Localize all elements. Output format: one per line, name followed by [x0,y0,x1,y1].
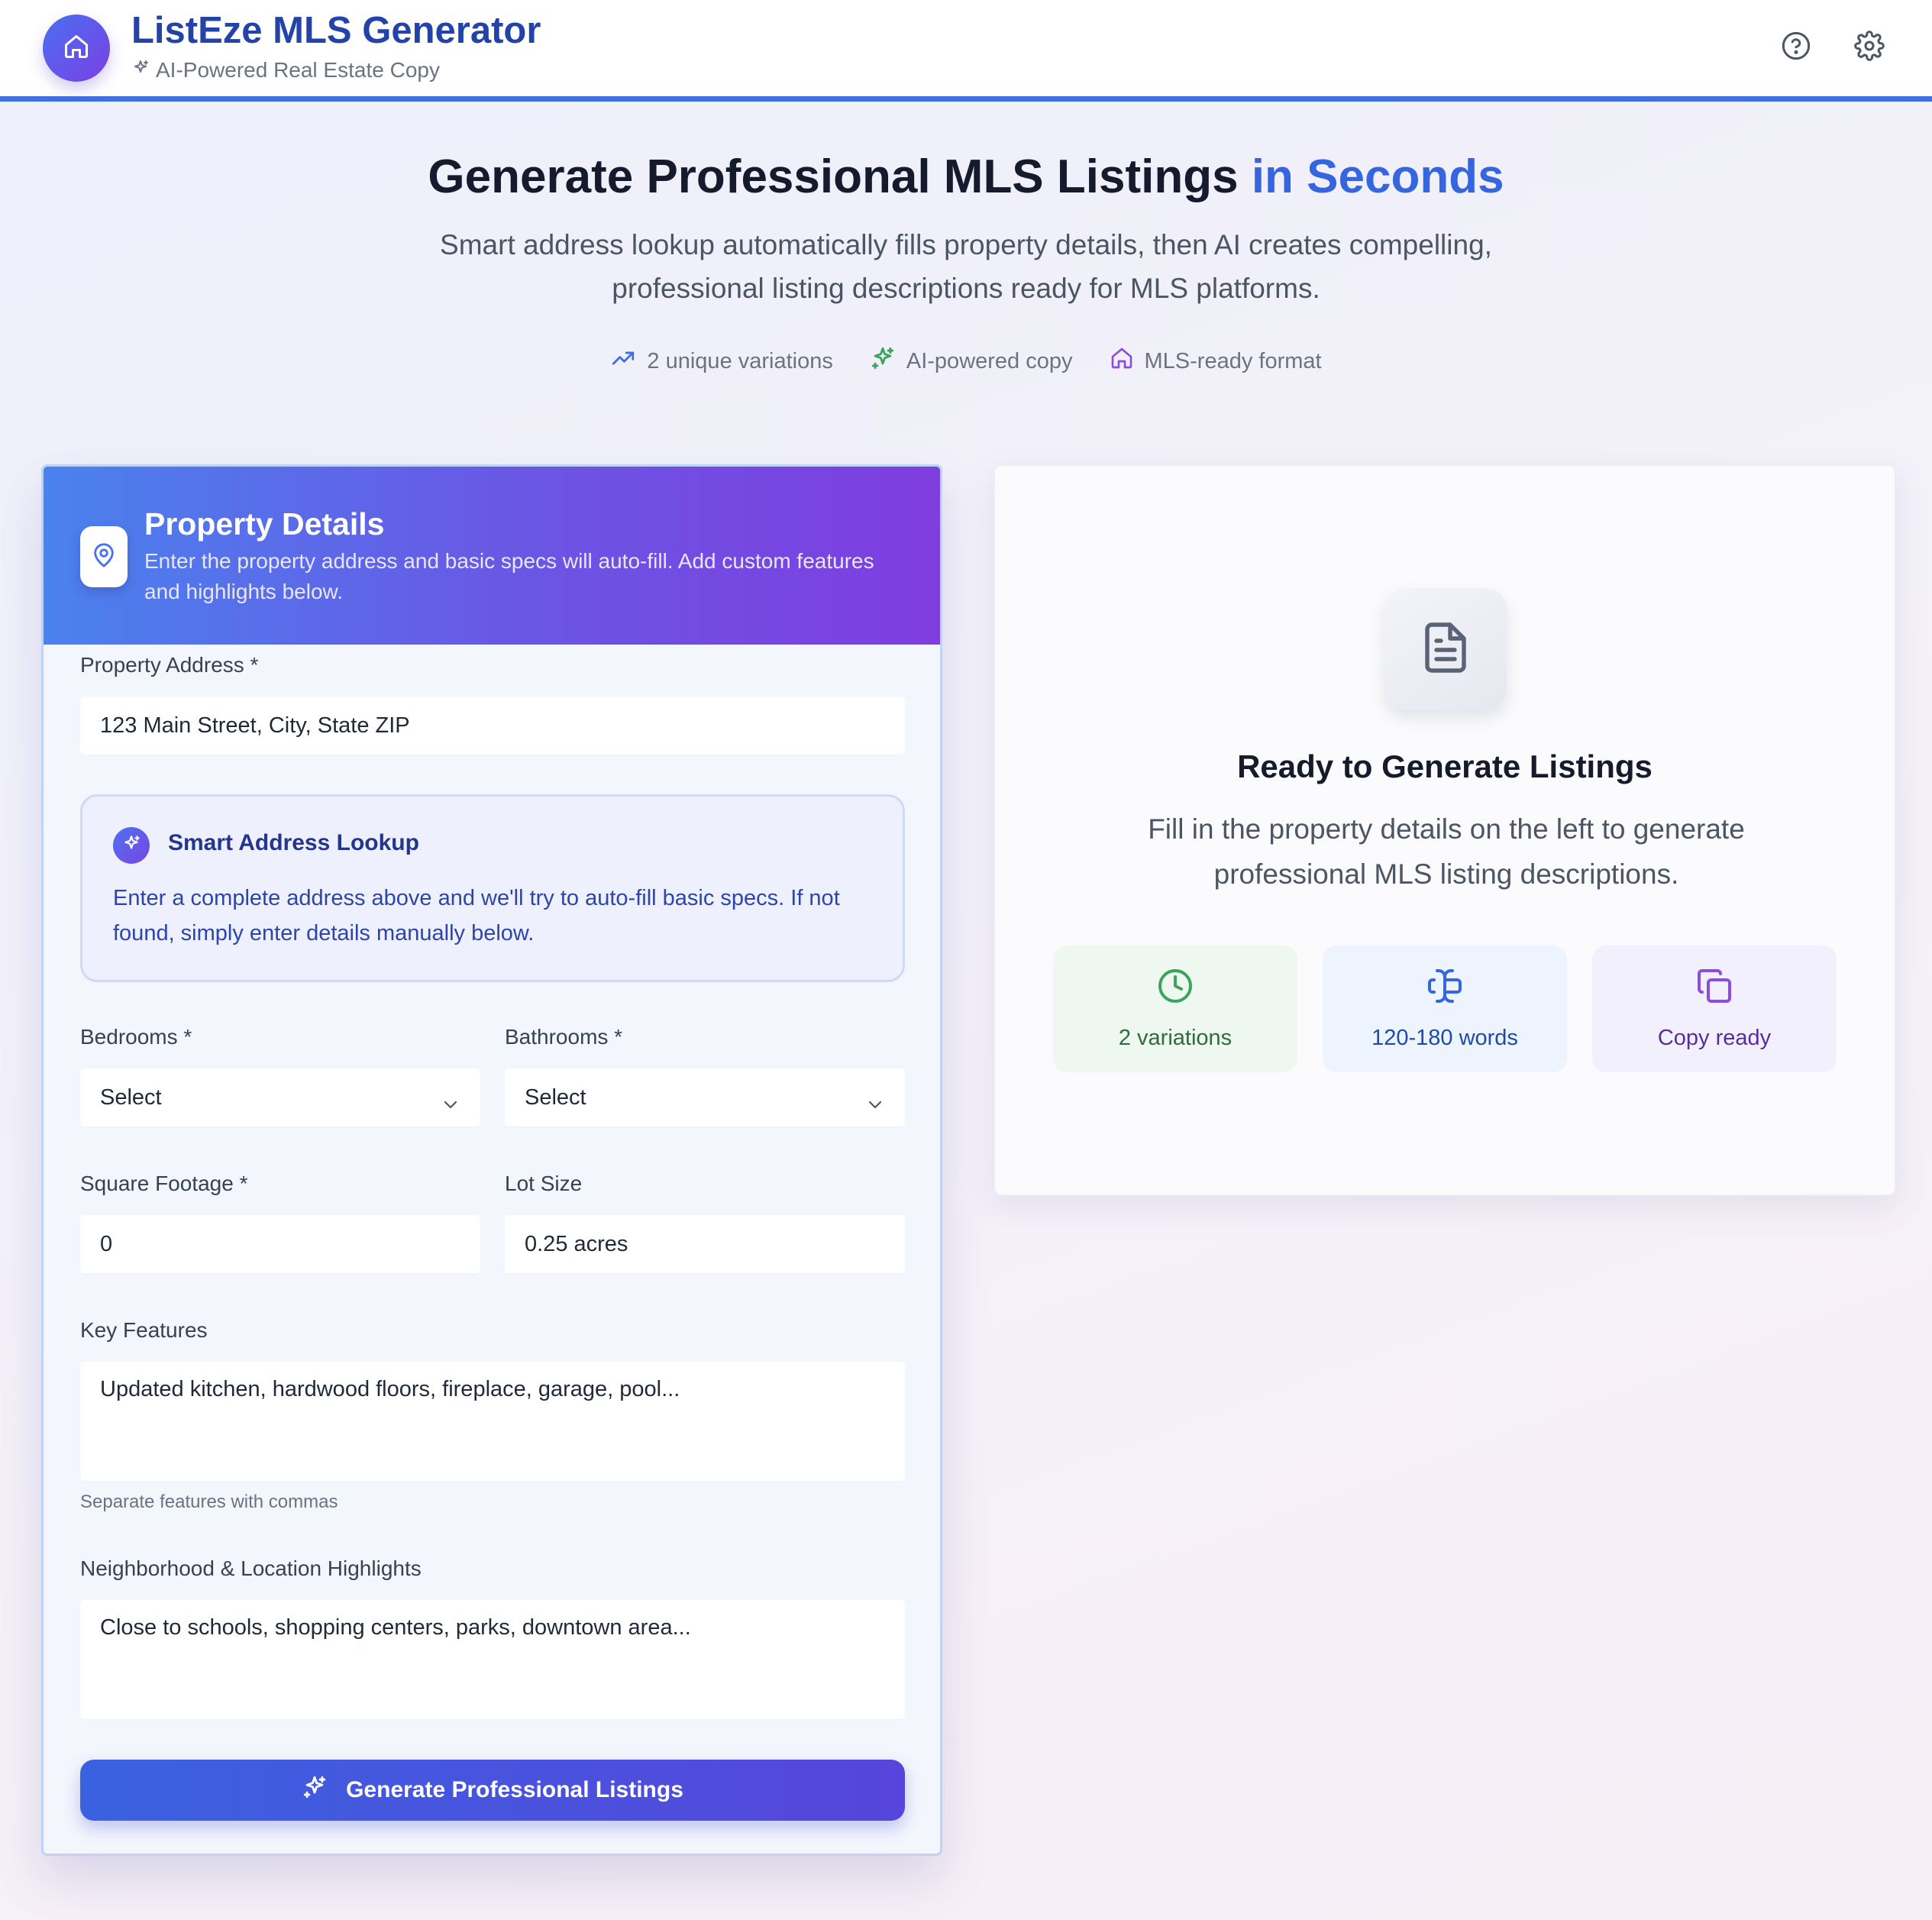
tag-label: 2 unique variations [647,348,833,373]
square-footage-placeholder: 0 [100,1231,113,1256]
help-button[interactable] [1778,29,1814,66]
bedrooms-label: Bedrooms * [80,1025,192,1049]
generate-listings-label: Generate Professional Listings [346,1777,683,1802]
hero-description: Smart address lookup automatically fills… [440,229,1492,304]
address-input[interactable]: 123 Main Street, City, State ZIP [80,697,905,755]
output-card: Ready to Generate Listings Fill in the p… [993,464,1896,1196]
stat-label: Copy ready [1657,1025,1772,1050]
bathrooms-select[interactable]: Select [505,1068,905,1126]
tag-ai-powered: AI-powered copy [870,345,1073,377]
square-footage-input[interactable]: 0 [80,1215,480,1273]
neighborhood-placeholder: Close to schools, shopping centers, park… [100,1615,691,1640]
hero-title-main: Generate Professional MLS Listings [428,150,1239,203]
file-text-icon [1418,620,1473,679]
property-details-title: Property Details [144,506,385,541]
map-pin-icon [91,542,117,572]
text-cursor-icon [1426,968,1463,1010]
app-title: ListEze MLS Generator [131,10,541,51]
home-icon [63,33,90,64]
gear-icon [1854,30,1885,65]
lot-size-placeholder: 0.25 acres [525,1231,628,1256]
stat-variations: 2 variations [1053,945,1297,1072]
smart-lookup-description: Enter a complete address above and we'll… [113,886,840,945]
app-subtitle: AI-Powered Real Estate Copy [131,58,440,82]
key-features-hint: Separate features with commas [80,1492,338,1512]
address-placeholder: 123 Main Street, City, State ZIP [100,713,410,738]
bathrooms-label: Bathrooms * [505,1025,623,1049]
copy-icon [1696,968,1733,1010]
trending-up-icon [610,345,636,377]
smart-lookup-title: Smart Address Lookup [168,830,419,855]
hero-title-accent: in Seconds [1251,150,1504,203]
sparkles-icon [870,345,896,377]
sparkles-icon [131,58,150,82]
hero-tags: 2 unique variations AI-powered copy MLS-… [0,345,1932,377]
lot-size-label: Lot Size [505,1172,583,1195]
smart-lookup-panel: Smart Address Lookup Enter a complete ad… [80,794,905,982]
bathrooms-value: Select [525,1084,586,1110]
sparkles-icon [121,834,141,858]
clock-icon [1157,968,1194,1010]
tag-variations: 2 unique variations [610,345,833,377]
app-header: ListEze MLS Generator AI-Powered Real Es… [0,0,1932,102]
stat-word-count: 120-180 words [1323,945,1567,1072]
sparkles-icon [302,1774,328,1806]
hero-title: Generate Professional MLS Listings in Se… [0,150,1932,204]
stat-label: 2 variations [1118,1025,1233,1050]
document-tile [1384,588,1507,710]
address-label: Property Address * [80,653,259,677]
tag-label: AI-powered copy [906,348,1073,373]
app-logo[interactable] [43,15,110,82]
output-description: Fill in the property details on the left… [1148,813,1745,890]
bedrooms-select[interactable]: Select [80,1068,480,1126]
help-circle-icon [1781,31,1811,65]
property-details-card: Property Details Enter the property addr… [41,464,942,1856]
neighborhood-textarea[interactable]: Close to schools, shopping centers, park… [80,1600,905,1719]
tag-mls-ready: MLS-ready format [1110,345,1322,377]
square-footage-label: Square Footage * [80,1172,248,1195]
property-details-description: Enter the property address and basic spe… [144,549,874,603]
lookup-badge [113,827,150,864]
app-subtitle-text: AI-Powered Real Estate Copy [156,58,440,82]
settings-button[interactable] [1851,29,1888,66]
output-title: Ready to Generate Listings [1237,748,1653,784]
lot-size-input[interactable]: 0.25 acres [505,1215,905,1273]
key-features-label: Key Features [80,1318,208,1342]
map-pin-badge [80,526,128,587]
chevron-down-icon [442,1091,459,1117]
key-features-textarea[interactable]: Updated kitchen, hardwood floors, firepl… [80,1362,905,1481]
stat-label: 120-180 words [1371,1025,1518,1050]
bedrooms-value: Select [100,1084,162,1110]
key-features-placeholder: Updated kitchen, hardwood floors, firepl… [100,1377,680,1401]
generate-listings-button[interactable]: Generate Professional Listings [80,1760,905,1821]
neighborhood-label: Neighborhood & Location Highlights [80,1556,422,1580]
tag-label: MLS-ready format [1144,348,1322,373]
chevron-down-icon [867,1091,884,1117]
stat-copy-ready: Copy ready [1592,945,1837,1072]
home-icon [1110,346,1134,377]
property-details-header: Property Details Enter the property addr… [44,467,940,645]
